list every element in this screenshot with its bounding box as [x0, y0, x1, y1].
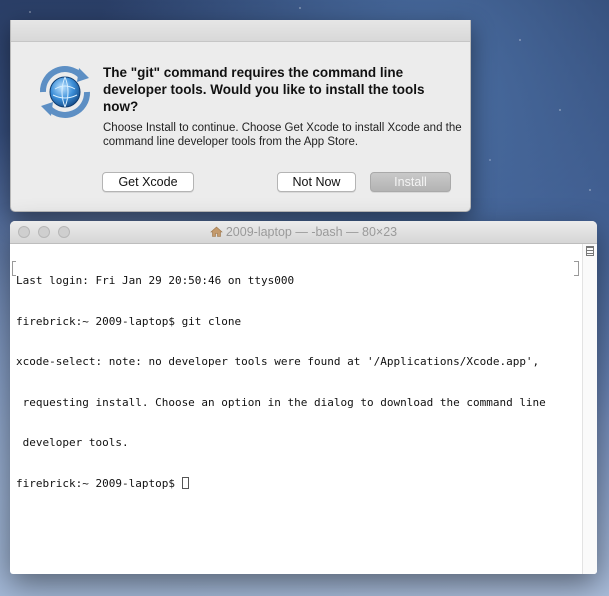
terminal-line: requesting install. Choose an option in …: [16, 395, 546, 409]
terminal-prompt: firebrick:~ 2009-laptop$: [16, 476, 182, 490]
terminal-titlebar[interactable]: 2009-laptop — -bash — 80×23: [10, 221, 597, 244]
dialog-top-bar: [11, 20, 470, 42]
get-xcode-button[interactable]: Get Xcode: [102, 172, 194, 192]
terminal-scrollbar[interactable]: [582, 244, 597, 574]
terminal-window[interactable]: 2009-laptop — -bash — 80×23 Last login: …: [10, 221, 597, 574]
split-pane-icon[interactable]: [586, 246, 594, 256]
terminal-prompt-line[interactable]: firebrick:~ 2009-laptop$: [16, 476, 581, 491]
terminal-line: firebrick:~ 2009-laptop$ git clone: [16, 314, 242, 328]
terminal-line: xcode-select: note: no developer tools w…: [16, 355, 540, 368]
install-tools-dialog: The "git" command requires the command l…: [10, 20, 471, 212]
not-now-button[interactable]: Not Now: [277, 172, 356, 192]
terminal-line: developer tools.: [16, 436, 129, 449]
house-icon: [210, 226, 223, 237]
software-update-icon: [35, 62, 95, 122]
terminal-output[interactable]: Last login: Fri Jan 29 20:50:46 on ttys0…: [16, 247, 581, 517]
terminal-title: 2009-laptop — -bash — 80×23: [10, 225, 597, 239]
dialog-title: The "git" command requires the command l…: [103, 65, 425, 114]
text-cursor: [181, 476, 189, 489]
dialog-message: Choose Install to continue. Choose Get X…: [103, 122, 462, 148]
terminal-title-text: 2009-laptop — -bash — 80×23: [225, 225, 398, 239]
terminal-line: Last login: Fri Jan 29 20:50:46 on ttys0…: [16, 274, 295, 287]
install-button[interactable]: Install: [370, 172, 451, 192]
